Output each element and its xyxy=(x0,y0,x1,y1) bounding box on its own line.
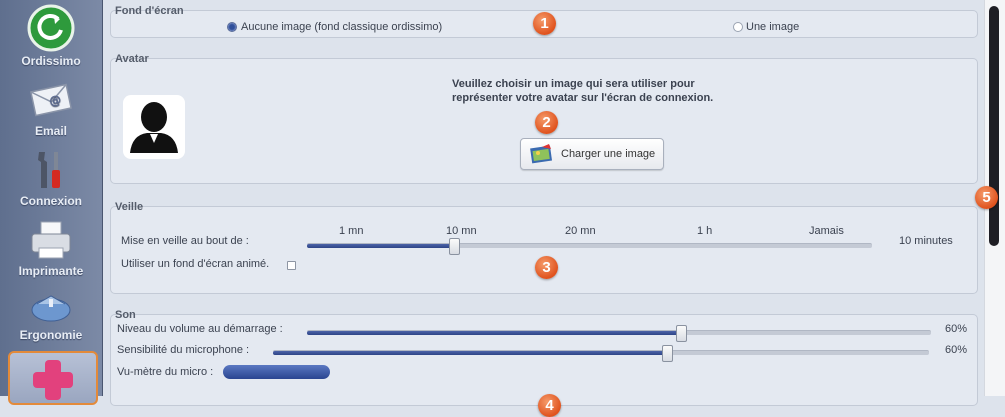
mouse-icon xyxy=(31,295,71,322)
wallpaper-none-radio[interactable] xyxy=(227,22,237,32)
volume-label: Niveau du volume au démarrage : xyxy=(117,323,283,335)
mic-slider-fill xyxy=(273,351,667,355)
sidebar-item-label: Email xyxy=(34,124,67,138)
sleep-panel: Veille 1 mn 10 mn 20 mn 1 h Jamais Mise … xyxy=(110,201,978,294)
sound-panel: Son Niveau du volume au démarrage : 60% … xyxy=(110,309,978,406)
sleep-current-value: 10 minutes xyxy=(899,235,953,247)
wallpaper-none-label: Aucune image (fond classique ordissimo) xyxy=(241,21,443,33)
sleep-label: Mise en veille au bout de : xyxy=(121,235,249,247)
sleep-tick-5: Jamais xyxy=(809,225,844,237)
sidebar-item-label: Connexion xyxy=(20,194,82,208)
sidebar-item-label: Imprimante xyxy=(18,264,84,278)
tools-icon xyxy=(38,152,60,188)
wallpaper-image-radio[interactable] xyxy=(733,22,743,32)
mic-value: 60% xyxy=(945,344,968,356)
volume-slider-thumb[interactable] xyxy=(676,325,688,342)
wallpaper-title: Fond d'écran xyxy=(115,5,184,17)
wallpaper-image-label: Une image xyxy=(746,21,800,33)
sidebar-item-ergonomie[interactable]: Ergonomie xyxy=(6,290,96,342)
sleep-tick-3: 20 mn xyxy=(565,225,596,237)
avatar-message-line1: Veuillez choisir un image qui sera utili… xyxy=(452,78,695,90)
sidebar-item-label: Ordissimo xyxy=(21,54,81,68)
sleep-slider-fill xyxy=(307,244,454,248)
picture-icon xyxy=(530,144,553,164)
volume-value: 60% xyxy=(945,323,968,335)
sound-title: Son xyxy=(115,309,136,321)
load-image-button[interactable]: Charger une image xyxy=(520,138,664,170)
sidebar-item-plus[interactable] xyxy=(8,351,98,405)
sleep-slider-thumb[interactable] xyxy=(448,238,460,255)
sleep-title: Veille xyxy=(115,201,144,213)
callout-badge-5: 5 xyxy=(975,186,998,209)
mic-label: Sensibilité du microphone : xyxy=(117,344,250,356)
envelope-icon: @ xyxy=(30,83,72,117)
load-image-label: Charger une image xyxy=(561,148,656,160)
mic-level-meter xyxy=(223,365,330,379)
callout-badge-4: 4 xyxy=(538,394,561,417)
ordissimo-logo-icon xyxy=(27,4,75,52)
sidebar-item-ordissimo[interactable]: Ordissimo xyxy=(6,4,96,68)
animated-wallpaper-checkbox[interactable] xyxy=(287,261,296,270)
meter-label: Vu-mètre du micro : xyxy=(117,366,214,378)
settings-area: Fond d'écran Aucune image (fond classiqu… xyxy=(103,0,983,417)
animated-wallpaper-label: Utiliser un fond d'écran animé. xyxy=(121,258,270,270)
sidebar-item-connexion[interactable]: Connexion xyxy=(6,148,96,208)
callout-badge-1: 1 xyxy=(533,12,556,35)
sleep-tick-4: 1 h xyxy=(697,225,713,237)
sidebar: Ordissimo @ Email Connexion Imprimante E… xyxy=(0,0,103,405)
printer-icon xyxy=(31,221,71,259)
callout-badge-3: 3 xyxy=(535,256,558,279)
mic-slider[interactable] xyxy=(273,345,929,362)
sidebar-item-imprimante[interactable]: Imprimante xyxy=(6,220,96,278)
sleep-tick-2: 10 mn xyxy=(446,225,477,237)
user-silhouette-icon xyxy=(123,95,185,159)
sidebar-item-email[interactable]: @ Email xyxy=(6,78,96,138)
avatar-title: Avatar xyxy=(115,53,149,65)
volume-slider-fill xyxy=(307,331,682,335)
sleep-tick-1: 1 mn xyxy=(339,225,364,237)
callout-badge-2: 2 xyxy=(535,111,558,134)
sleep-slider[interactable] xyxy=(307,238,872,255)
volume-slider[interactable] xyxy=(307,325,931,342)
avatar-message-line2: représenter votre avatar sur l'écran de … xyxy=(452,92,714,104)
sidebar-item-label: Ergonomie xyxy=(19,328,83,342)
mic-slider-thumb[interactable] xyxy=(661,345,673,362)
scrollbar-thumb[interactable] xyxy=(989,6,999,246)
